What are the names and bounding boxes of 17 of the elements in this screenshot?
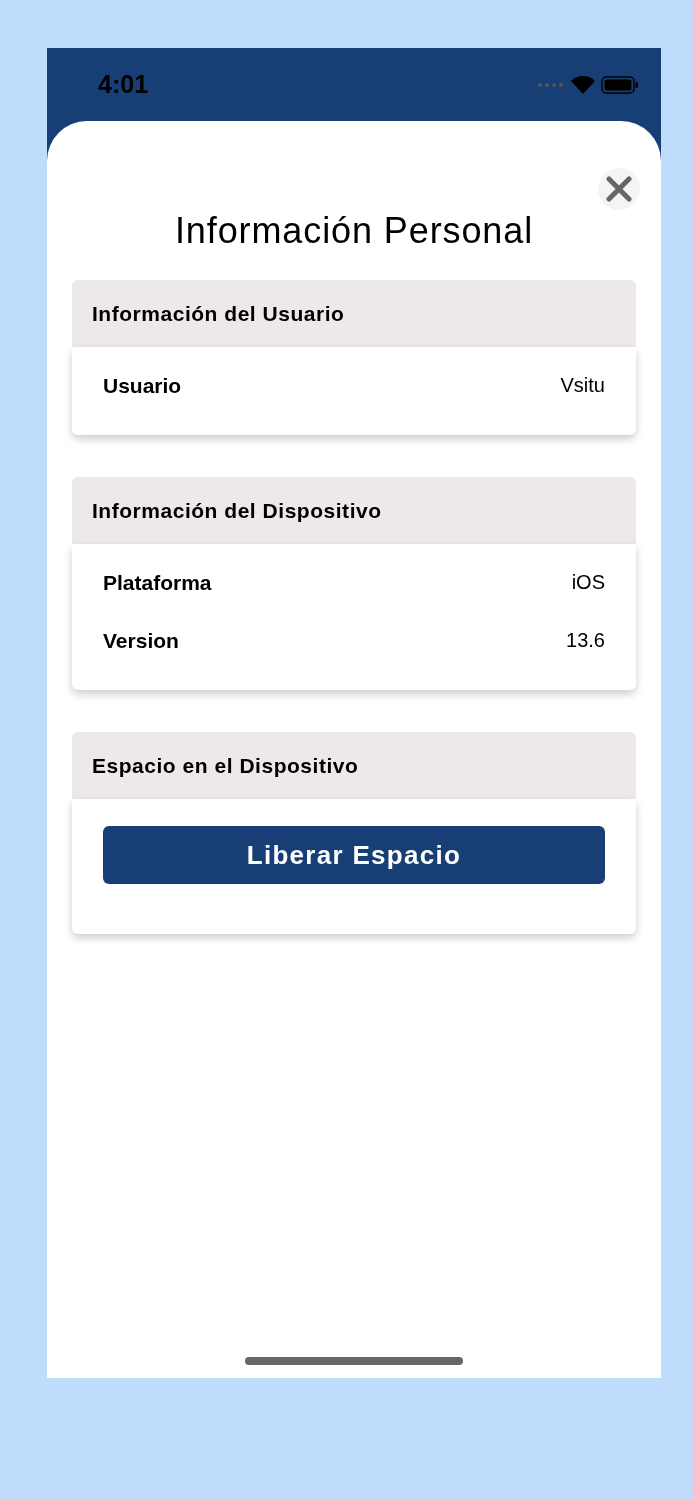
field-value: Vsitu bbox=[560, 373, 605, 398]
wifi-icon bbox=[571, 75, 595, 94]
field-label: Version bbox=[103, 628, 179, 655]
battery-icon bbox=[601, 75, 639, 94]
section-header: Información del Usuario bbox=[72, 280, 636, 347]
field-label: Usuario bbox=[103, 373, 182, 400]
page-title: Información Personal bbox=[174, 209, 534, 253]
section-header: Información del Dispositivo bbox=[72, 477, 636, 544]
field-label: Plataforma bbox=[103, 570, 212, 597]
field-value: iOS bbox=[571, 570, 605, 595]
free-space-button[interactable]: Liberar Espacio bbox=[103, 826, 605, 884]
section-header: Espacio en el Dispositivo bbox=[72, 732, 636, 799]
field-value: 13.6 bbox=[566, 628, 605, 653]
close-button[interactable] bbox=[598, 168, 640, 210]
signal-icon bbox=[537, 81, 565, 88]
close-icon bbox=[606, 176, 632, 202]
status-time: 4:01 bbox=[98, 68, 149, 100]
